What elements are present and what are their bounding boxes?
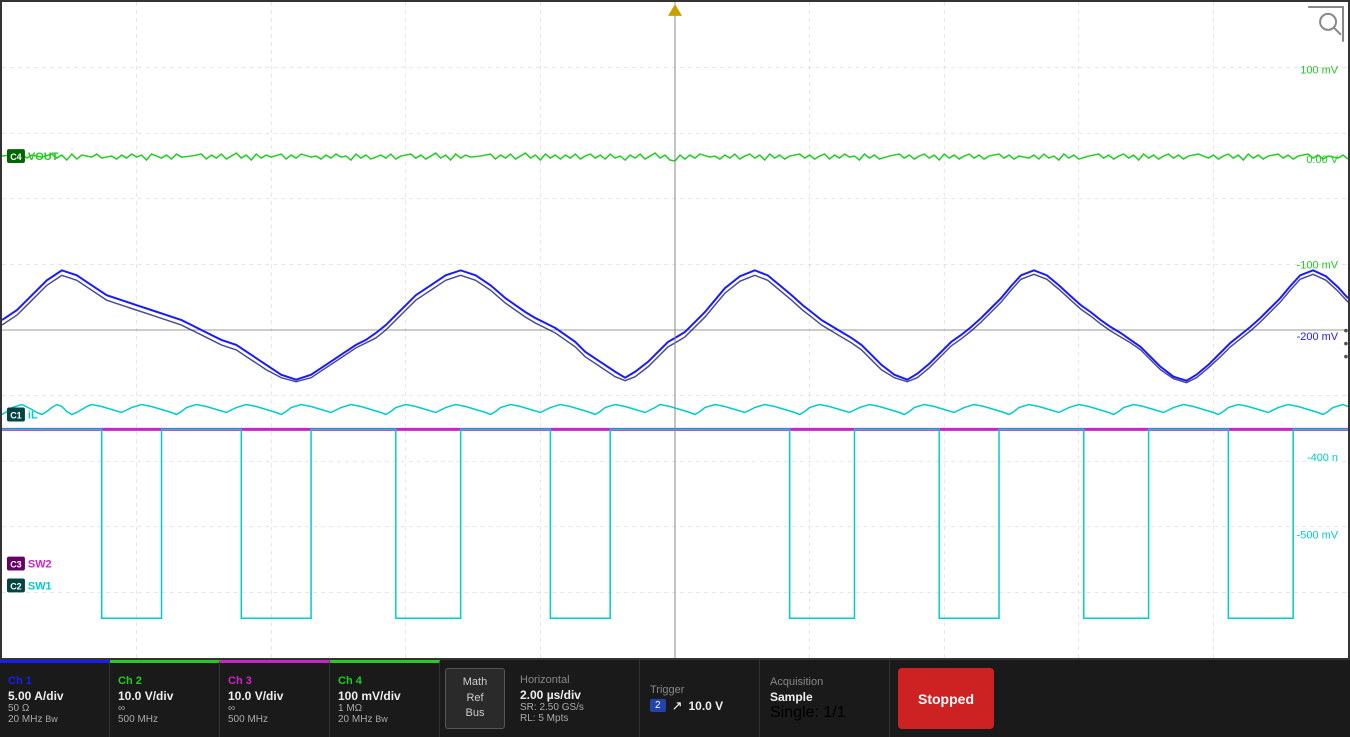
ch1-info[interactable]: Ch 1 5.00 A/div 50 Ω 20 MHz Bw <box>0 660 110 737</box>
acquisition-mode: Sample <box>770 690 879 704</box>
svg-text:•: • <box>1344 348 1348 364</box>
trigger-symbol: ↗ <box>672 698 683 714</box>
acquisition-title: Acquisition <box>770 676 879 688</box>
svg-text:-400 n: -400 n <box>1307 452 1338 464</box>
svg-text:-500 mV: -500 mV <box>1297 530 1339 542</box>
ch3-bandwidth: 500 MHz <box>228 714 321 725</box>
ch1-impedance: 50 Ω <box>8 703 101 714</box>
ref-label: Ref <box>466 691 483 706</box>
ch4-per-div: 100 mV/div <box>338 689 431 703</box>
ch1-bandwidth: 20 MHz Bw <box>8 714 101 725</box>
trigger-value: 10.0 V <box>688 699 723 713</box>
svg-text:0.00 V: 0.00 V <box>1306 154 1338 166</box>
svg-text:C4: C4 <box>10 152 21 162</box>
ch4-bandwidth: 20 MHz Bw <box>338 714 431 725</box>
ch1-per-div: 5.00 A/div <box>8 689 101 703</box>
ch4-impedance: 1 MΩ <box>338 703 431 714</box>
ch4-info[interactable]: Ch 4 100 mV/div 1 MΩ 20 MHz Bw <box>330 660 440 737</box>
ch3-label: Ch 3 <box>228 675 321 687</box>
svg-text:C2: C2 <box>10 581 21 591</box>
scope-grid: 100 mV 0.00 V -100 mV -200 mV -400 n -50… <box>2 2 1348 658</box>
ch2-bandwidth: 500 MHz <box>118 714 211 725</box>
horizontal-time-per-div: 2.00 µs/div <box>520 688 629 702</box>
trigger-info[interactable]: Trigger 2 ↗ 10.0 V <box>640 660 760 737</box>
bus-label: Bus <box>466 706 485 721</box>
ch1-label: Ch 1 <box>8 675 101 687</box>
acquisition-single: Single: 1/1 <box>770 704 879 722</box>
svg-text:-200 mV: -200 mV <box>1297 331 1339 343</box>
horizontal-info[interactable]: Horizontal 2.00 µs/div SR: 2.50 GS/s RL:… <box>510 660 640 737</box>
svg-text:-100 mV: -100 mV <box>1297 259 1339 271</box>
svg-text:100 mV: 100 mV <box>1300 65 1338 77</box>
stopped-label: Stopped <box>918 691 974 707</box>
stopped-button[interactable]: Stopped <box>898 668 994 729</box>
trigger-badge: 2 <box>650 699 666 712</box>
horizontal-title: Horizontal <box>520 674 629 686</box>
ch3-info[interactable]: Ch 3 10.0 V/div ∞ 500 MHz <box>220 660 330 737</box>
trigger-title: Trigger <box>650 684 749 696</box>
math-label: Math <box>463 675 487 690</box>
ch4-label: Ch 4 <box>338 675 431 687</box>
ch2-label: Ch 2 <box>118 675 211 687</box>
math-ref-bus-button[interactable]: Math Ref Bus <box>445 668 505 729</box>
svg-text:SW1: SW1 <box>28 580 52 592</box>
ch2-info[interactable]: Ch 2 10.0 V/div ∞ 500 MHz <box>110 660 220 737</box>
horizontal-rl: RL: 5 Mpts <box>520 713 629 724</box>
svg-text:C3: C3 <box>10 560 21 570</box>
acquisition-info[interactable]: Acquisition Sample Single: 1/1 <box>760 660 890 737</box>
svg-text:VOUT: VOUT <box>28 151 59 163</box>
ch3-per-div: 10.0 V/div <box>228 689 321 703</box>
ch3-impedance: ∞ <box>228 703 321 714</box>
ch2-per-div: 10.0 V/div <box>118 689 211 703</box>
svg-text:iL: iL <box>28 409 38 421</box>
horizontal-sr: SR: 2.50 GS/s <box>520 702 629 713</box>
svg-text:C1: C1 <box>10 410 21 420</box>
bottom-bar: Ch 1 5.00 A/div 50 Ω 20 MHz Bw Ch 2 10.0… <box>0 660 1350 737</box>
svg-text:SW2: SW2 <box>28 559 52 571</box>
scope-screen: 100 mV 0.00 V -100 mV -200 mV -400 n -50… <box>0 0 1350 660</box>
ch2-impedance: ∞ <box>118 703 211 714</box>
